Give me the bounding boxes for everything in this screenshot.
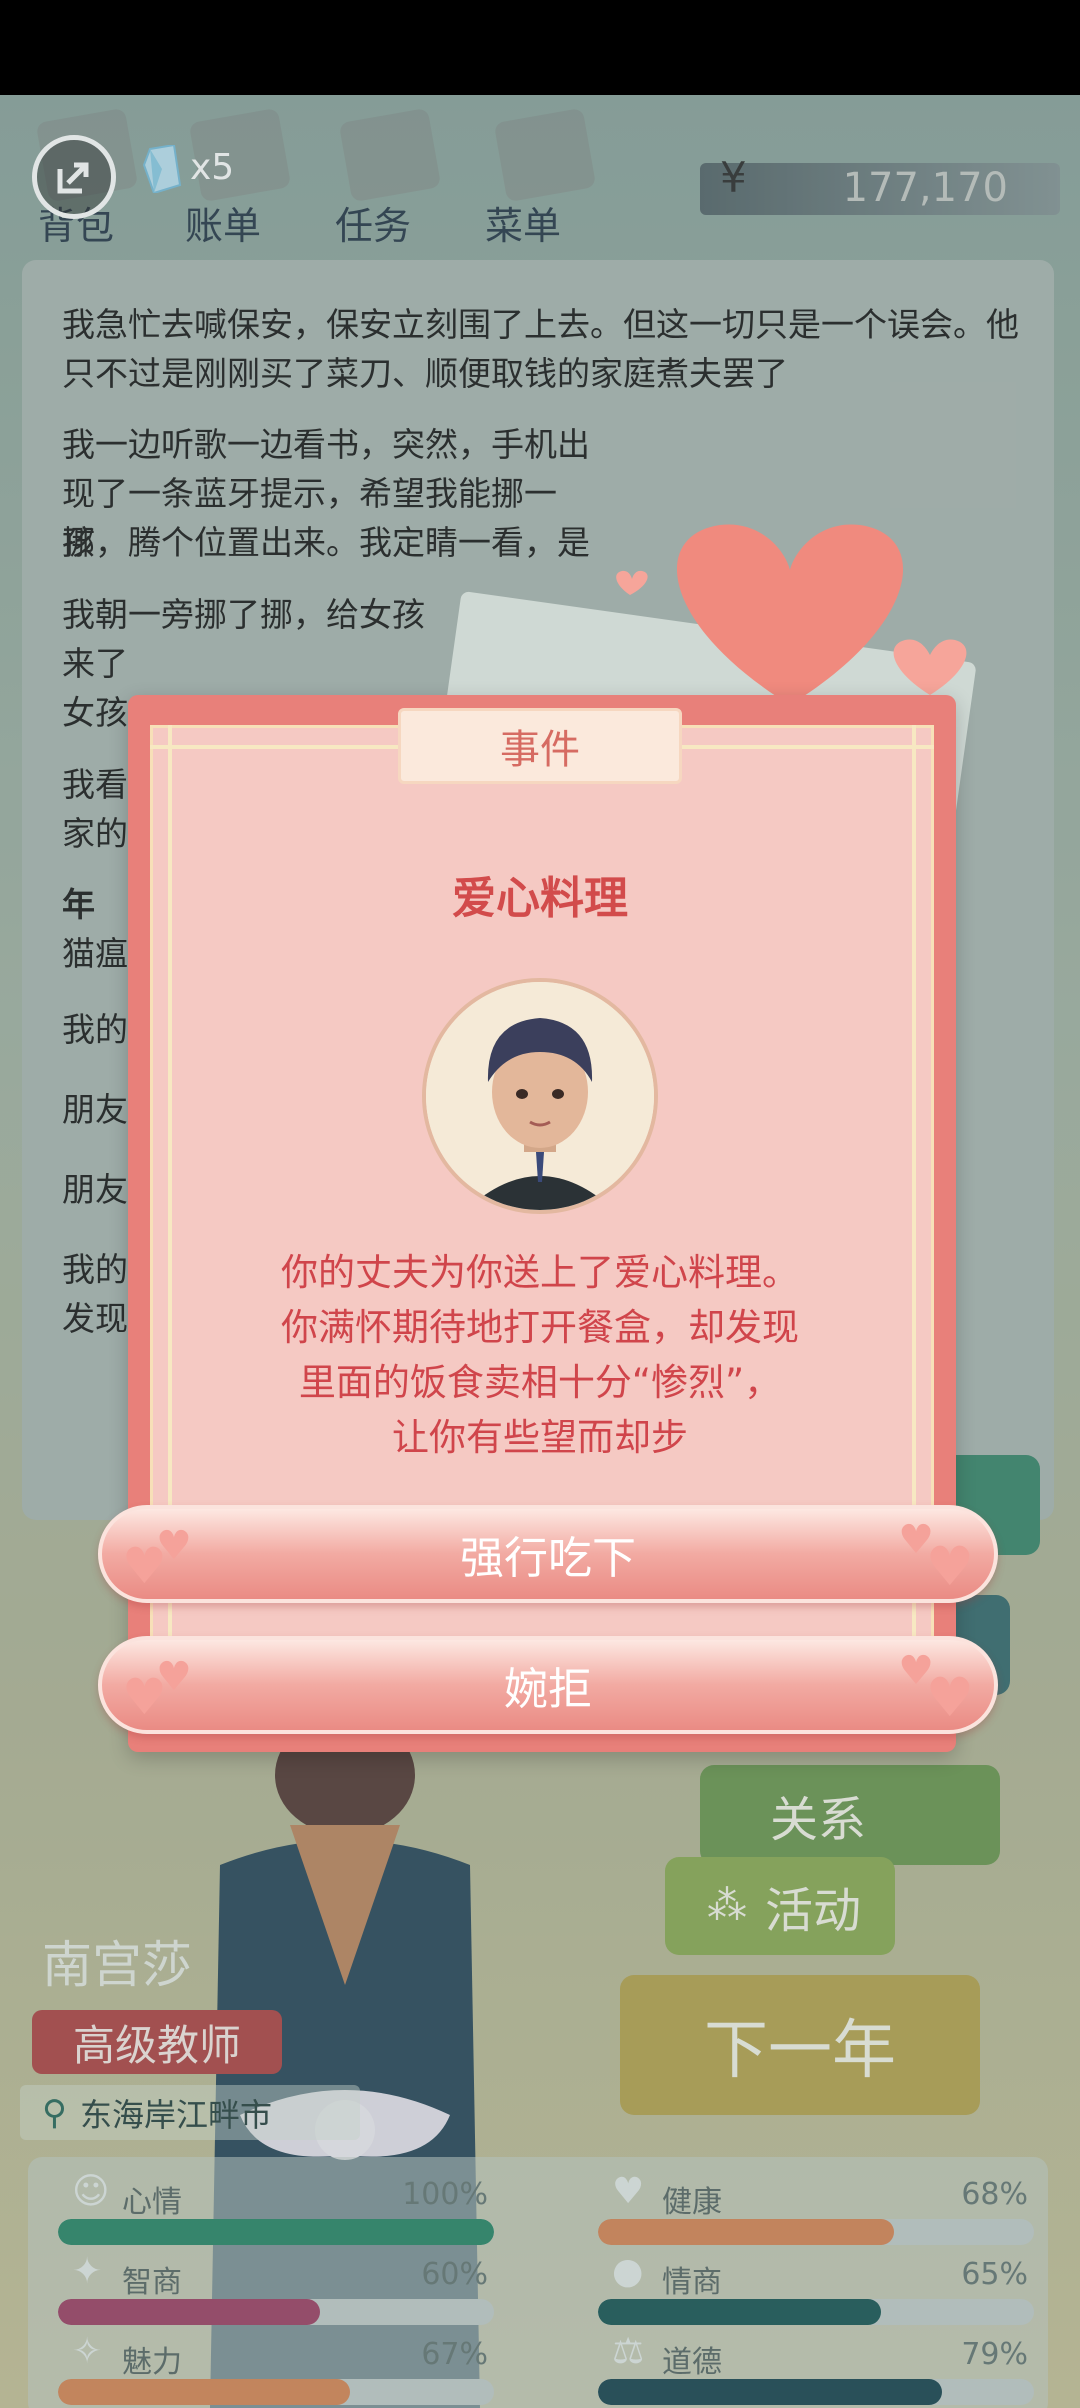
event-title: 爱心料理 xyxy=(452,873,628,924)
description-line: 你的丈夫为你送上了爱心料理。 xyxy=(281,1251,799,1294)
description-line: 你满怀期待地打开餐盒，却发现 xyxy=(281,1306,799,1349)
heart-decor-icon: ♥ xyxy=(925,1535,974,1598)
eat-anyway-button[interactable]: ♥ ♥ 强行吃下 ♥ ♥ xyxy=(98,1505,998,1603)
heart-decor-icon: ♥ xyxy=(925,1666,974,1729)
status-bar xyxy=(0,0,1080,95)
heart-decor-icon: ♥ xyxy=(122,1537,167,1595)
decline-button[interactable]: ♥ ♥ 婉拒 ♥ ♥ xyxy=(98,1636,998,1734)
description-line: 里面的饭食卖相十分“惨烈”， xyxy=(298,1361,782,1404)
event-tag: 事件 xyxy=(398,708,682,784)
eat-anyway-label: 强行吃下 xyxy=(460,1533,636,1584)
husband-portrait xyxy=(422,978,658,1214)
avatar xyxy=(426,982,654,1210)
event-description: 你的丈夫为你送上了爱心料理。 你满怀期待地打开餐盒，却发现 里面的饭食卖相十分“… xyxy=(240,1245,840,1465)
decline-label: 婉拒 xyxy=(504,1664,592,1715)
heart-decor-icon: ♥ xyxy=(122,1668,167,1726)
decor-hearts xyxy=(616,524,967,705)
description-line: 让你有些望而却步 xyxy=(392,1416,688,1459)
